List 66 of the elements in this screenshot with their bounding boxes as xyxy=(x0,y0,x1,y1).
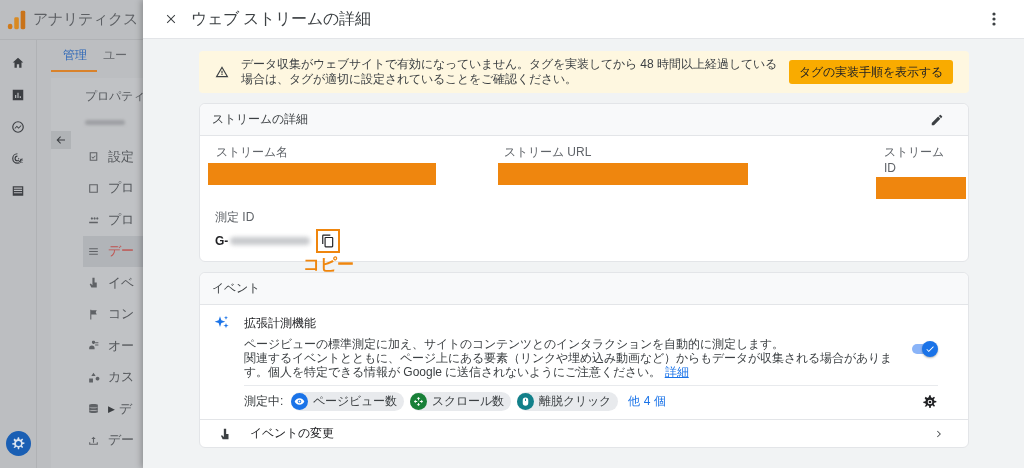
home-glyph xyxy=(11,56,25,70)
back-arrow-icon xyxy=(55,134,67,146)
admin-nav-item[interactable]: カス xyxy=(83,361,143,393)
measurement-id: G- xyxy=(215,234,229,248)
flag-icon xyxy=(87,307,100,321)
settings-icon xyxy=(11,436,26,451)
event-chip: ページビュー数 xyxy=(291,392,405,411)
admin-nav-item[interactable]: 設定 xyxy=(83,141,143,173)
list-glyph xyxy=(11,184,25,198)
analytics-logo xyxy=(6,8,28,31)
warning-icon xyxy=(215,65,229,79)
description-text: 関連するイベントとともに、ページ上にある要素（リンクや埋め込み動画など）からもデータが収集される場合があります。個人を特定できる情報が Google に送信されないようにご注意ください。 詳細 xyxy=(244,351,893,379)
blurred-property-name xyxy=(85,120,125,125)
more-events-link[interactable]: 他 4 個 xyxy=(628,393,916,410)
section-title: 拡張計測機能 xyxy=(244,315,317,332)
event-chip: 離脱クリック xyxy=(517,392,619,411)
gear-icon xyxy=(922,393,938,410)
admin-tab[interactable]: ユー xyxy=(97,40,143,72)
close-icon xyxy=(165,13,177,25)
trend-glyph xyxy=(11,120,25,134)
admin-nav-item[interactable]: コン xyxy=(83,298,143,330)
pencil-icon xyxy=(930,112,944,127)
toggle-switch[interactable] xyxy=(912,341,938,357)
event-chip: スクロール数 xyxy=(410,392,512,411)
admin-tab[interactable]: 管理 xyxy=(51,40,98,72)
field-label: ストリーム ID xyxy=(883,144,945,175)
event-settings-row[interactable]: イベントの変更 xyxy=(200,419,968,447)
back-button[interactable] xyxy=(51,131,71,149)
edit-button[interactable] xyxy=(930,112,944,127)
panel-title: ウェブ ストリームの詳細 xyxy=(191,8,373,29)
description-text: ページビューの標準測定に加え、サイトのコンテンツとのインタラクションを自動的に測定します。 xyxy=(244,337,785,351)
copy-button[interactable] xyxy=(316,229,341,253)
checklist-icon xyxy=(87,150,100,164)
shapes-icon xyxy=(87,370,100,384)
chart-glyph xyxy=(11,88,25,102)
details-link[interactable]: 詳細 xyxy=(664,365,689,379)
caret-icon: ▶ xyxy=(108,403,115,414)
settings-button[interactable] xyxy=(922,393,938,410)
close-button[interactable] xyxy=(165,13,177,25)
target-glyph xyxy=(11,152,25,166)
field-label: ストリーム URL xyxy=(503,144,593,161)
check-icon xyxy=(925,344,935,354)
app-title: アナリティクス xyxy=(33,10,138,29)
admin-nav-item[interactable]: デー xyxy=(83,424,143,456)
database-icon xyxy=(87,402,100,416)
kebab-icon xyxy=(992,12,996,26)
copy-icon xyxy=(321,234,336,248)
field-label: ストリーム名 xyxy=(215,144,289,161)
admin-nav-item[interactable]: デー xyxy=(83,235,143,267)
field-label: 測定 ID xyxy=(215,209,256,226)
admin-nav-item[interactable]: オー xyxy=(83,330,143,362)
more-menu-button[interactable] xyxy=(992,12,996,26)
touch-icon xyxy=(87,276,100,290)
property-label: プロパティ xyxy=(85,88,143,105)
admin-nav-item[interactable]: ▶ デ xyxy=(83,393,143,425)
admin-nav-item[interactable]: プロ xyxy=(83,204,143,236)
warning-text: データ収集がウェブサイトで有効になっていません。タグを実装してから 48 時間以上経過している場合は、タグが適切に設定されていることをご確認ください。 xyxy=(241,57,777,87)
tag-instructions-button[interactable]: タグの実装手順を表示する xyxy=(789,60,953,84)
annotation-label: コピー xyxy=(303,254,354,276)
row-title: イベントの変更 xyxy=(250,425,335,442)
card-title: イベント xyxy=(212,280,260,297)
card-title: ストリームの詳細 xyxy=(212,111,308,128)
admin-nav-item[interactable]: プロ xyxy=(83,172,143,204)
admin-nav-item[interactable]: イベ xyxy=(83,267,143,299)
measuring-label: 測定中: xyxy=(244,393,284,410)
layout-icon xyxy=(87,181,100,195)
